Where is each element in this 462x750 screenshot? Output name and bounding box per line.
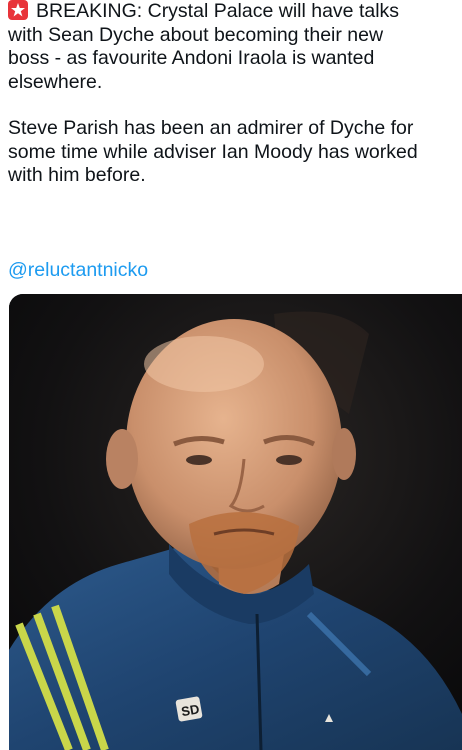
tweet-text: BREAKING: Crystal Palace will have talks… [8,0,462,188]
tweet-line-1-text: BREAKING: Crystal Palace will have talks [36,0,400,22]
tweet-line-3: boss - as favourite Andoni Iraola is wan… [8,47,375,69]
person-portrait-image: SD [9,294,462,750]
tweet-line-5: Steve Parish has been an admirer of Dych… [8,117,414,139]
red-siren-emoji-icon [8,0,28,20]
jacket-badge-text: SD [180,701,200,719]
tweet-line-7: with him before. [8,164,146,186]
tweet-line-4: elsewhere. [8,70,103,93]
tweet-line-1: BREAKING: Crystal Palace will have talks [8,0,462,24]
tweet-line-2: with Sean Dyche about becoming their new [8,23,384,46]
tweet-paragraph-2: Steve Parish has been an admirer of Dych… [8,117,462,188]
tweet-line-6: some time while adviser Ian Moody has wo… [8,140,418,163]
tweet-photo[interactable]: SD [9,294,462,750]
author-handle-link[interactable]: @reluctantnicko [8,258,148,282]
